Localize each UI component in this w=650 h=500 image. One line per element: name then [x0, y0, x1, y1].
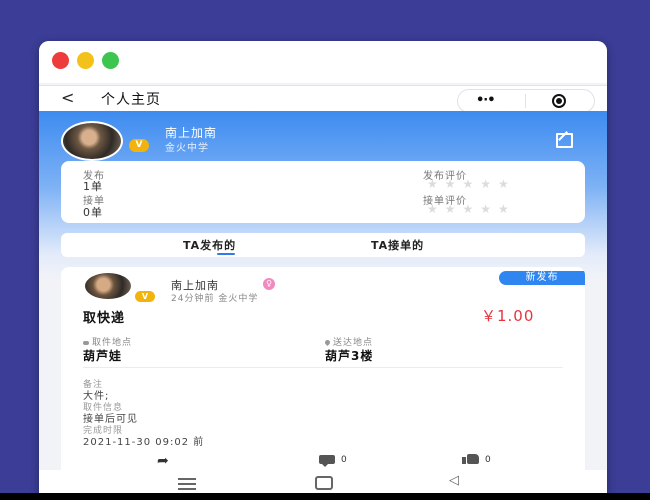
publish-rating-stars: ★★★★★ [427, 177, 516, 191]
deadline-value: 2021-11-30 09:02 前 [83, 437, 205, 448]
back-icon[interactable]: < [61, 88, 74, 108]
poster-verified-badge: V [135, 291, 155, 302]
female-icon: ♀ [263, 278, 275, 290]
page-title: 个人主页 [101, 92, 161, 108]
like-count: 0 [485, 455, 491, 465]
menu-icon[interactable] [178, 478, 196, 490]
comment-count: 0 [341, 455, 347, 465]
active-tab-indicator [217, 253, 235, 255]
divider [83, 367, 563, 368]
order-card[interactable]: V 南上加南 ♀ 24分钟前 金火中学 新发布 取快递 ￥1.00 取件地点 葫… [61, 267, 585, 477]
window-titlebar [39, 41, 607, 83]
more-icon[interactable]: •·• [476, 94, 496, 108]
app-window: < 个人主页 •·• V 南上加南 金火中学 发布 1单 接单 0单 发布评价 … [39, 41, 607, 500]
bottom-strip [0, 493, 650, 500]
tab-published[interactable]: TA发布的 [183, 237, 236, 253]
taken-count: 0单 [83, 206, 103, 219]
edit-icon[interactable] [556, 133, 573, 148]
comment-icon[interactable] [319, 455, 335, 467]
maximize-window-button[interactable] [102, 52, 119, 69]
poster-avatar[interactable] [83, 271, 133, 301]
nav-bar: < 个人主页 •·• [39, 85, 607, 113]
home-icon[interactable] [315, 476, 333, 490]
avatar[interactable] [61, 121, 123, 161]
profile-school: 金火中学 [165, 143, 209, 154]
status-badge: 新发布 [499, 271, 585, 285]
close-target-icon[interactable] [552, 94, 566, 108]
order-actions: ➦ 0 0 [61, 451, 585, 471]
tab-bar: TA发布的 TA接单的 [61, 233, 585, 257]
location-pin-icon [323, 338, 332, 347]
pickup-dot-icon [83, 340, 89, 345]
share-icon[interactable]: ➦ [157, 453, 169, 469]
take-rating-stars: ★★★★★ [427, 202, 516, 216]
mini-program-capsule: •·• [457, 89, 595, 113]
post-meta: 24分钟前 金火中学 [171, 294, 259, 304]
capsule-divider [525, 94, 526, 108]
stats-card: 发布 1单 接单 0单 发布评价 ★★★★★ 接单评价 ★★★★★ [61, 161, 585, 223]
order-price: ￥1.00 [481, 307, 535, 325]
tab-taken[interactable]: TA接单的 [371, 237, 424, 253]
minimize-window-button[interactable] [77, 52, 94, 69]
system-nav-bar: ◁ [39, 470, 607, 493]
close-window-button[interactable] [52, 52, 69, 69]
pickup-location: 葫芦娃 [83, 349, 123, 363]
verified-badge: V [129, 139, 149, 152]
order-title: 取快递 [83, 311, 126, 326]
thumbs-up-icon[interactable] [462, 454, 479, 464]
delivery-location: 葫芦3楼 [325, 349, 374, 363]
system-back-icon[interactable]: ◁ [449, 473, 459, 488]
